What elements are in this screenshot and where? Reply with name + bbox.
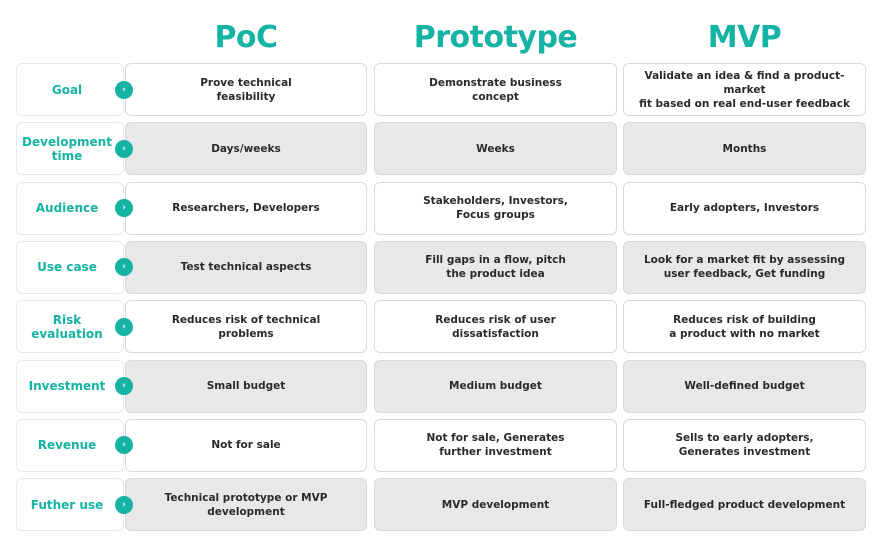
- cell-mvp: Look for a market fit by assessing user …: [623, 240, 866, 294]
- cell-poc: Not for sale: [125, 418, 367, 472]
- cell-poc: Prove technical feasibility: [125, 63, 367, 116]
- table-row: Development time › Days/weeks Weeks Months: [0, 122, 881, 176]
- chevron-right-icon: ›: [115, 139, 133, 158]
- chevron-right-icon: ›: [115, 317, 133, 336]
- table-row: Audience › Researchers, Developers Stakehol…: [0, 181, 881, 235]
- row-label: Futher use: [16, 478, 124, 532]
- cell-mvp: Sells to early adopters, Generates inves…: [623, 418, 866, 472]
- cell-prototype: Reduces risk of user dissatisfaction: [374, 300, 617, 354]
- cell-mvp: Months: [623, 122, 866, 176]
- cell-mvp: Validate an idea & find a product-market…: [623, 63, 866, 116]
- cell-poc: Researchers, Developers: [125, 181, 367, 235]
- table-row: Goal › Prove technical feasibility Demonstr…: [0, 63, 881, 116]
- chevron-right-icon: ›: [115, 199, 133, 218]
- column-title-mvp: MVP: [707, 20, 782, 55]
- cell-poc: Reduces risk of technical problems: [125, 300, 367, 354]
- cell-prototype: Stakeholders, Investors, Focus groups: [374, 181, 617, 235]
- cell-prototype: Not for sale, Generates further investme…: [374, 418, 617, 472]
- chevron-right-icon: ›: [115, 80, 133, 99]
- chevron-right-icon: ›: [115, 495, 133, 514]
- column-title-prototype: Prototype: [413, 20, 578, 55]
- row-label: Revenue: [16, 418, 124, 472]
- table-row: Revenue › Not for sale Not for sale, Genera…: [0, 418, 881, 472]
- cell-mvp: Reduces risk of building a product with …: [623, 300, 866, 354]
- table-row: Risk evaluation › Reduces risk of technica…: [0, 300, 881, 354]
- cell-mvp: Early adopters, Investors: [623, 181, 866, 235]
- cell-poc: Days/weeks: [125, 122, 367, 176]
- row-label: Risk evaluation: [16, 300, 124, 354]
- table-row: Investment › Small budget Medium budget Well…: [0, 359, 881, 413]
- row-label: Goal: [16, 63, 124, 116]
- row-label: Development time: [16, 122, 124, 176]
- cell-prototype: Fill gaps in a flow, pitch the product i…: [374, 240, 617, 294]
- cell-prototype: Weeks: [374, 122, 617, 176]
- row-label: Use case: [16, 240, 124, 294]
- cell-mvp: Well-defined budget: [623, 359, 866, 413]
- cell-prototype: Medium budget: [374, 359, 617, 413]
- column-title-poc: PoC: [214, 20, 278, 55]
- cell-prototype: MVP development: [374, 478, 617, 532]
- cell-mvp: Full-fledged product development: [623, 478, 866, 532]
- cell-poc: Technical prototype or MVP development: [125, 478, 367, 532]
- chevron-right-icon: ›: [115, 377, 133, 395]
- cell-poc: Test technical aspects: [125, 240, 367, 294]
- row-label: Investment: [16, 359, 124, 413]
- table-row: Use case › Test technical aspects Fill gaps…: [0, 240, 881, 294]
- table-row: Futher use › Technical prototype or MVP de…: [0, 478, 881, 532]
- cell-prototype: Demonstrate business concept: [374, 63, 617, 116]
- cell-poc: Small budget: [125, 359, 367, 413]
- row-label: Audience: [16, 181, 124, 235]
